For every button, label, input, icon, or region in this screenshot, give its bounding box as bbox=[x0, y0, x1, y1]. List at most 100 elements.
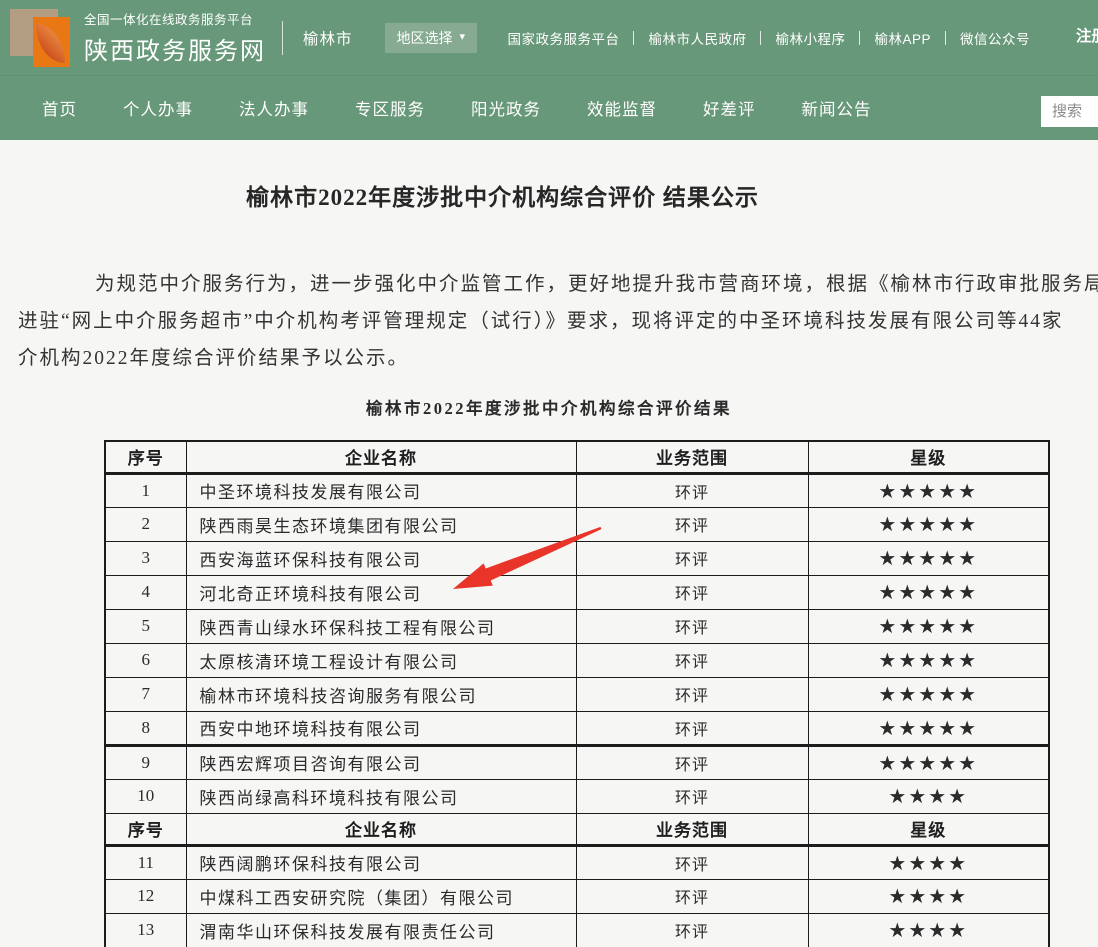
cell-scope: 环评 bbox=[576, 711, 808, 745]
nav-item[interactable]: 法人办事 bbox=[239, 96, 309, 120]
cell-no: 11 bbox=[105, 845, 186, 879]
header-link[interactable]: 榆林APP bbox=[874, 28, 931, 48]
table-row: 5陕西青山绿水环保科技工程有限公司环评★★★★★ bbox=[105, 609, 1049, 643]
column-header: 业务范围 bbox=[576, 813, 808, 845]
cell-scope: 环评 bbox=[576, 913, 808, 947]
region-selector-label: 地区选择 bbox=[397, 28, 453, 48]
announcement-paragraph: 为规范中介服务行为，进一步强化中介监管工作，更好地提升我市营商环境，根据《榆林市… bbox=[0, 266, 1098, 377]
cell-no: 8 bbox=[105, 711, 186, 745]
cell-name: 渭南华山环保科技发展有限责任公司 bbox=[186, 913, 576, 947]
link-separator bbox=[859, 31, 860, 45]
cell-scope: 环评 bbox=[576, 643, 808, 677]
header-link[interactable]: 国家政务服务平台 bbox=[507, 28, 619, 48]
header-link[interactable]: 榆林小程序 bbox=[775, 28, 845, 48]
table-header-row: 序号企业名称业务范围星级 bbox=[105, 813, 1049, 845]
cell-no: 3 bbox=[105, 541, 186, 575]
table-row: 4河北奇正环境科技有限公司环评★★★★★ bbox=[105, 575, 1049, 609]
cell-scope: 环评 bbox=[576, 609, 808, 643]
paragraph-line: 进驻“网上中介服务超市”中介机构考评管理规定（试行）》要求，现将评定的中圣环境科… bbox=[0, 303, 1098, 340]
nav-item[interactable]: 好差评 bbox=[703, 96, 756, 120]
paragraph-line: 介机构2022年度综合评价结果予以公示。 bbox=[0, 340, 1098, 377]
nav-item[interactable]: 新闻公告 bbox=[802, 96, 872, 120]
cell-scope: 环评 bbox=[576, 541, 808, 575]
nav-item[interactable]: 效能监督 bbox=[587, 96, 657, 120]
table-row: 10陕西尚绿高科环境科技有限公司环评★★★★ bbox=[105, 779, 1049, 813]
cell-name: 陕西宏辉项目咨询有限公司 bbox=[186, 745, 576, 779]
paragraph-line: 为规范中介服务行为，进一步强化中介监管工作，更好地提升我市营商环境，根据《榆林市… bbox=[0, 266, 1098, 303]
header-divider bbox=[282, 21, 283, 55]
table-row: 2陕西雨昊生态环境集团有限公司环评★★★★★ bbox=[105, 507, 1049, 541]
cell-scope: 环评 bbox=[576, 507, 808, 541]
cell-stars: ★★★★★ bbox=[808, 677, 1049, 711]
current-city-label: 榆林市 bbox=[303, 27, 353, 49]
link-separator bbox=[945, 31, 946, 45]
column-header: 企业名称 bbox=[186, 441, 576, 473]
register-link[interactable]: 注册 bbox=[1076, 24, 1098, 46]
column-header: 序号 bbox=[105, 441, 186, 473]
cell-scope: 环评 bbox=[576, 575, 808, 609]
site-name: 陕西政务服务网 bbox=[84, 31, 266, 66]
cell-name: 河北奇正环境科技有限公司 bbox=[186, 575, 576, 609]
column-header: 星级 bbox=[808, 441, 1049, 473]
header-link[interactable]: 微信公众号 bbox=[960, 28, 1030, 48]
cell-name: 陕西尚绿高科环境科技有限公司 bbox=[186, 779, 576, 813]
nav-item[interactable]: 阳光政务 bbox=[471, 96, 541, 120]
table-caption: 榆林市2022年度涉批中介机构综合评价结果 bbox=[0, 395, 1098, 419]
column-header: 星级 bbox=[808, 813, 1049, 845]
cell-name: 西安海蓝环保科技有限公司 bbox=[186, 541, 576, 575]
site-header: 全国一体化在线政务服务平台 陕西政务服务网 榆林市 地区选择 ▾ 国家政务服务平… bbox=[0, 0, 1098, 75]
cell-stars: ★★★★ bbox=[808, 879, 1049, 913]
table-row: 12中煤科工西安研究院（集团）有限公司环评★★★★ bbox=[105, 879, 1049, 913]
table-row: 9陕西宏辉项目咨询有限公司环评★★★★★ bbox=[105, 745, 1049, 779]
leaf-icon bbox=[36, 24, 65, 63]
cell-no: 4 bbox=[105, 575, 186, 609]
chevron-down-icon: ▾ bbox=[460, 32, 466, 43]
nav-item[interactable]: 首页 bbox=[42, 96, 77, 120]
table-row: 8西安中地环境科技有限公司环评★★★★★ bbox=[105, 711, 1049, 745]
link-separator bbox=[633, 31, 634, 45]
main-nav: 首页 个人办事 法人办事 专区服务 阳光政务 效能监督 好差评 新闻公告 bbox=[0, 75, 1098, 140]
header-quick-links: 国家政务服务平台 榆林市人民政府 榆林小程序 榆林APP 微信公众号 bbox=[507, 28, 1030, 48]
column-header: 业务范围 bbox=[576, 441, 808, 473]
column-header: 序号 bbox=[105, 813, 186, 845]
cell-scope: 环评 bbox=[576, 677, 808, 711]
link-separator bbox=[760, 31, 761, 45]
cell-name: 中煤科工西安研究院（集团）有限公司 bbox=[186, 879, 576, 913]
nav-item[interactable]: 个人办事 bbox=[123, 96, 193, 120]
site-logo bbox=[8, 5, 74, 71]
cell-no: 7 bbox=[105, 677, 186, 711]
cell-no: 2 bbox=[105, 507, 186, 541]
cell-no: 9 bbox=[105, 745, 186, 779]
table-row: 1中圣环境科技发展有限公司环评★★★★★ bbox=[105, 473, 1049, 507]
cell-scope: 环评 bbox=[576, 745, 808, 779]
column-header: 企业名称 bbox=[186, 813, 576, 845]
cell-stars: ★★★★★ bbox=[808, 711, 1049, 745]
logo-front-square bbox=[33, 17, 70, 67]
cell-stars: ★★★★★ bbox=[808, 473, 1049, 507]
cell-stars: ★★★★ bbox=[808, 913, 1049, 947]
rating-table: 序号企业名称业务范围星级1中圣环境科技发展有限公司环评★★★★★2陕西雨昊生态环… bbox=[104, 440, 1050, 947]
page-title: 榆林市2022年度涉批中介机构综合评价 结果公示 bbox=[0, 178, 1005, 212]
header-link[interactable]: 榆林市人民政府 bbox=[648, 28, 746, 48]
table-row: 7榆林市环境科技咨询服务有限公司环评★★★★★ bbox=[105, 677, 1049, 711]
nav-item[interactable]: 专区服务 bbox=[355, 96, 425, 120]
cell-name: 中圣环境科技发展有限公司 bbox=[186, 473, 576, 507]
cell-name: 榆林市环境科技咨询服务有限公司 bbox=[186, 677, 576, 711]
cell-no: 6 bbox=[105, 643, 186, 677]
cell-stars: ★★★★★ bbox=[808, 541, 1049, 575]
cell-no: 1 bbox=[105, 473, 186, 507]
table-row: 3西安海蓝环保科技有限公司环评★★★★★ bbox=[105, 541, 1049, 575]
cell-scope: 环评 bbox=[576, 879, 808, 913]
cell-scope: 环评 bbox=[576, 473, 808, 507]
cell-no: 5 bbox=[105, 609, 186, 643]
platform-label: 全国一体化在线政务服务平台 bbox=[84, 9, 266, 28]
cell-stars: ★★★★★ bbox=[808, 643, 1049, 677]
cell-name: 西安中地环境科技有限公司 bbox=[186, 711, 576, 745]
table-row: 6太原核清环境工程设计有限公司环评★★★★★ bbox=[105, 643, 1049, 677]
table-row: 11陕西阔鹏环保科技有限公司环评★★★★ bbox=[105, 845, 1049, 879]
region-selector-button[interactable]: 地区选择 ▾ bbox=[385, 23, 478, 53]
cell-name: 陕西阔鹏环保科技有限公司 bbox=[186, 845, 576, 879]
cell-name: 太原核清环境工程设计有限公司 bbox=[186, 643, 576, 677]
cell-name: 陕西青山绿水环保科技工程有限公司 bbox=[186, 609, 576, 643]
search-input[interactable] bbox=[1041, 96, 1098, 127]
